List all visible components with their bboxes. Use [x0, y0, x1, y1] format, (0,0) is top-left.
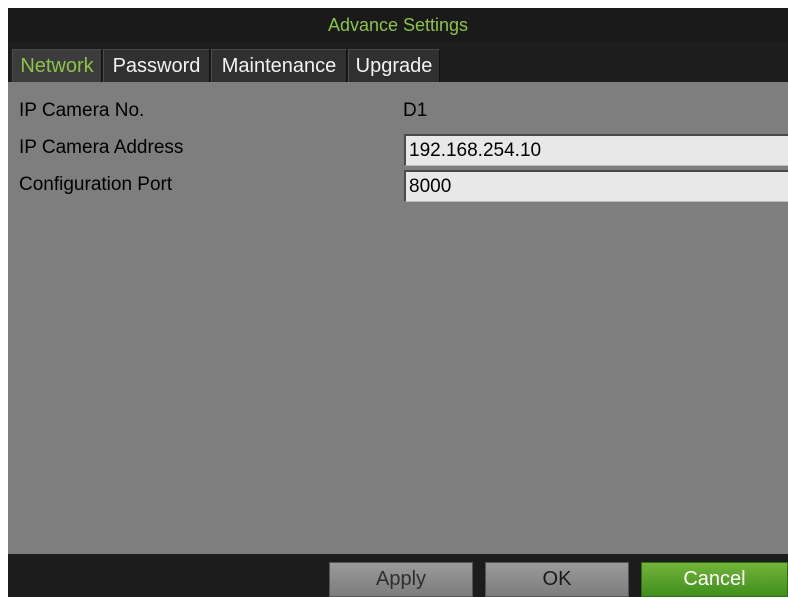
tab-strip: Network Password Maintenance Upgrade [8, 42, 788, 82]
tab-network[interactable]: Network [12, 49, 102, 82]
ip-camera-address-input[interactable] [404, 134, 788, 166]
dialog-title: Advance Settings [8, 8, 788, 42]
configuration-port-label: Configuration Port [19, 174, 173, 195]
cancel-button[interactable]: Cancel [641, 562, 788, 597]
ok-button[interactable]: OK [485, 562, 629, 597]
configuration-port-input[interactable] [404, 170, 788, 202]
tab-password[interactable]: Password [103, 49, 210, 82]
ip-camera-no-label: IP Camera No. [19, 100, 145, 121]
ip-camera-address-label: IP Camera Address [19, 137, 184, 158]
ip-camera-no-value: D1 [403, 100, 428, 121]
tab-maintenance[interactable]: Maintenance [211, 49, 347, 82]
advance-settings-dialog: Advance Settings Network Password Mainte… [8, 8, 788, 597]
tab-upgrade[interactable]: Upgrade [348, 49, 440, 82]
apply-button[interactable]: Apply [329, 562, 473, 597]
